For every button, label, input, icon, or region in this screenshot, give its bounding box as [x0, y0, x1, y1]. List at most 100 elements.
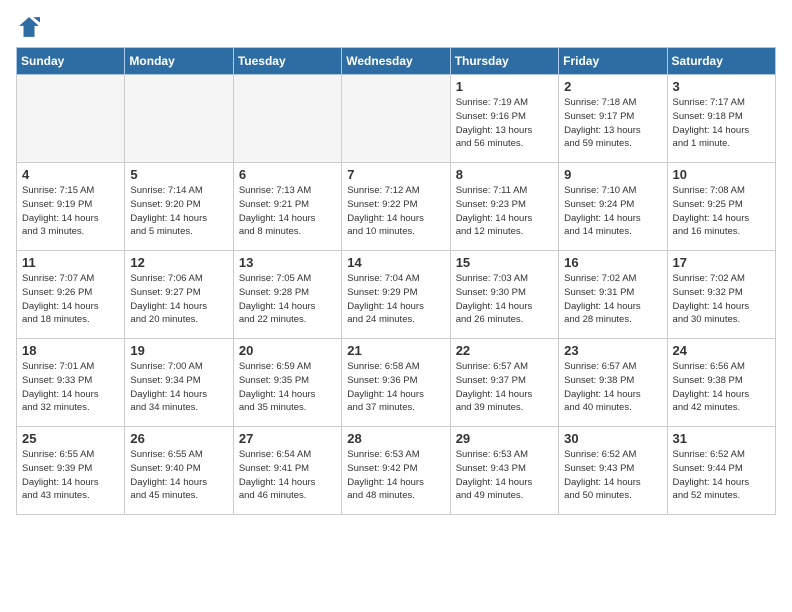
calendar-cell: 6 Sunrise: 7:13 AM Sunset: 9:21 PM Daylig… — [233, 163, 341, 251]
day-info: Sunrise: 7:11 AM Sunset: 9:23 PM Dayligh… — [456, 184, 553, 239]
day-info: Sunrise: 7:06 AM Sunset: 9:27 PM Dayligh… — [130, 272, 227, 327]
calendar-cell: 5Sunrise: 7:14 AM Sunset: 9:20 PM Daylig… — [125, 163, 233, 251]
day-info: Sunrise: 7:05 AM Sunset: 9:28 PM Dayligh… — [239, 272, 336, 327]
calendar-cell: 25 Sunrise: 6:55 AM Sunset: 9:39 PM Dayli… — [17, 427, 125, 515]
calendar-cell: 30 Sunrise: 6:52 AM Sunset: 9:43 PM Dayli… — [559, 427, 667, 515]
calendar-cell: 10 Sunrise: 7:08 AM Sunset: 9:25 PM Dayli… — [667, 163, 775, 251]
day-info: Sunrise: 6:54 AM Sunset: 9:41 PM Dayligh… — [239, 448, 336, 503]
calendar-cell: 15 Sunrise: 7:03 AM Sunset: 9:30 PM Dayli… — [450, 251, 558, 339]
calendar-cell: 31 Sunrise: 6:52 AM Sunset: 9:44 PM Dayli… — [667, 427, 775, 515]
calendar-cell: 4 Sunrise: 7:15 AM Sunset: 9:19 PM Daylig… — [17, 163, 125, 251]
calendar-cell: 23Sunrise: 6:57 AM Sunset: 9:38 PM Dayli… — [559, 339, 667, 427]
day-number: 28 — [347, 431, 444, 446]
calendar-cell — [125, 75, 233, 163]
day-info: Sunrise: 6:53 AM Sunset: 9:43 PM Dayligh… — [456, 448, 553, 503]
day-number: 24 — [673, 343, 770, 358]
calendar-cell: 2 Sunrise: 7:18 AM Sunset: 9:17 PM Daylig… — [559, 75, 667, 163]
day-info: Sunrise: 7:03 AM Sunset: 9:30 PM Dayligh… — [456, 272, 553, 327]
calendar-cell: 22 Sunrise: 6:57 AM Sunset: 9:37 PM Dayli… — [450, 339, 558, 427]
day-info: Sunrise: 7:00 AM Sunset: 9:34 PM Dayligh… — [130, 360, 227, 415]
calendar-cell: 24Sunrise: 6:56 AM Sunset: 9:38 PM Dayli… — [667, 339, 775, 427]
week-row-3: 18 Sunrise: 7:01 AM Sunset: 9:33 PM Dayli… — [17, 339, 776, 427]
day-number: 27 — [239, 431, 336, 446]
day-number: 25 — [22, 431, 119, 446]
week-row-0: 1Sunrise: 7:19 AM Sunset: 9:16 PM Daylig… — [17, 75, 776, 163]
day-info: Sunrise: 6:55 AM Sunset: 9:39 PM Dayligh… — [22, 448, 119, 503]
day-info: Sunrise: 6:53 AM Sunset: 9:42 PM Dayligh… — [347, 448, 444, 503]
day-number: 8 — [456, 167, 553, 182]
day-number: 3 — [673, 79, 770, 94]
day-info: Sunrise: 7:01 AM Sunset: 9:33 PM Dayligh… — [22, 360, 119, 415]
header-monday: Monday — [125, 48, 233, 75]
calendar-cell: 27 Sunrise: 6:54 AM Sunset: 9:41 PM Dayli… — [233, 427, 341, 515]
calendar-cell: 7 Sunrise: 7:12 AM Sunset: 9:22 PM Daylig… — [342, 163, 450, 251]
day-info: Sunrise: 7:13 AM Sunset: 9:21 PM Dayligh… — [239, 184, 336, 239]
day-info: Sunrise: 6:52 AM Sunset: 9:44 PM Dayligh… — [673, 448, 770, 503]
day-info: Sunrise: 7:10 AM Sunset: 9:24 PM Dayligh… — [564, 184, 661, 239]
day-number: 1 — [456, 79, 553, 94]
day-number: 14 — [347, 255, 444, 270]
day-info: Sunrise: 7:15 AM Sunset: 9:19 PM Dayligh… — [22, 184, 119, 239]
day-info: Sunrise: 6:52 AM Sunset: 9:43 PM Dayligh… — [564, 448, 661, 503]
calendar-cell: 26 Sunrise: 6:55 AM Sunset: 9:40 PM Dayli… — [125, 427, 233, 515]
day-number: 9 — [564, 167, 661, 182]
calendar-cell: 17 Sunrise: 7:02 AM Sunset: 9:32 PM Dayli… — [667, 251, 775, 339]
calendar-cell: 14 Sunrise: 7:04 AM Sunset: 9:29 PM Dayli… — [342, 251, 450, 339]
day-info: Sunrise: 7:12 AM Sunset: 9:22 PM Dayligh… — [347, 184, 444, 239]
calendar-cell: 8 Sunrise: 7:11 AM Sunset: 9:23 PM Daylig… — [450, 163, 558, 251]
day-number: 22 — [456, 343, 553, 358]
day-info: Sunrise: 7:07 AM Sunset: 9:26 PM Dayligh… — [22, 272, 119, 327]
day-info: Sunrise: 7:02 AM Sunset: 9:32 PM Dayligh… — [673, 272, 770, 327]
day-info: Sunrise: 6:57 AM Sunset: 9:38 PM Dayligh… — [564, 360, 661, 415]
day-info: Sunrise: 6:55 AM Sunset: 9:40 PM Dayligh… — [130, 448, 227, 503]
page-header — [16, 16, 776, 43]
calendar-cell: 18 Sunrise: 7:01 AM Sunset: 9:33 PM Dayli… — [17, 339, 125, 427]
day-number: 19 — [130, 343, 227, 358]
day-info: Sunrise: 7:04 AM Sunset: 9:29 PM Dayligh… — [347, 272, 444, 327]
calendar-cell: 21 Sunrise: 6:58 AM Sunset: 9:36 PM Dayli… — [342, 339, 450, 427]
day-number: 4 — [22, 167, 119, 182]
week-row-2: 11 Sunrise: 7:07 AM Sunset: 9:26 PM Dayli… — [17, 251, 776, 339]
header-friday: Friday — [559, 48, 667, 75]
calendar-cell — [17, 75, 125, 163]
calendar-cell: 16 Sunrise: 7:02 AM Sunset: 9:31 PM Dayli… — [559, 251, 667, 339]
calendar-cell: 28 Sunrise: 6:53 AM Sunset: 9:42 PM Dayli… — [342, 427, 450, 515]
day-number: 31 — [673, 431, 770, 446]
calendar-cell: 29Sunrise: 6:53 AM Sunset: 9:43 PM Dayli… — [450, 427, 558, 515]
calendar-cell: 3 Sunrise: 7:17 AM Sunset: 9:18 PM Daylig… — [667, 75, 775, 163]
day-number: 21 — [347, 343, 444, 358]
day-info: Sunrise: 7:17 AM Sunset: 9:18 PM Dayligh… — [673, 96, 770, 151]
day-number: 18 — [22, 343, 119, 358]
calendar-cell — [342, 75, 450, 163]
day-number: 30 — [564, 431, 661, 446]
day-number: 16 — [564, 255, 661, 270]
logo — [16, 16, 42, 43]
calendar-cell: 11 Sunrise: 7:07 AM Sunset: 9:26 PM Dayli… — [17, 251, 125, 339]
calendar-cell: 19 Sunrise: 7:00 AM Sunset: 9:34 PM Dayli… — [125, 339, 233, 427]
day-info: Sunrise: 7:14 AM Sunset: 9:20 PM Dayligh… — [130, 184, 227, 239]
day-info: Sunrise: 6:58 AM Sunset: 9:36 PM Dayligh… — [347, 360, 444, 415]
header-tuesday: Tuesday — [233, 48, 341, 75]
header-sunday: Sunday — [17, 48, 125, 75]
day-number: 15 — [456, 255, 553, 270]
day-info: Sunrise: 6:57 AM Sunset: 9:37 PM Dayligh… — [456, 360, 553, 415]
day-number: 7 — [347, 167, 444, 182]
header-row: SundayMondayTuesdayWednesdayThursdayFrid… — [17, 48, 776, 75]
logo-icon — [18, 16, 40, 38]
header-thursday: Thursday — [450, 48, 558, 75]
day-number: 2 — [564, 79, 661, 94]
day-number: 6 — [239, 167, 336, 182]
calendar-cell: 13Sunrise: 7:05 AM Sunset: 9:28 PM Dayli… — [233, 251, 341, 339]
day-number: 26 — [130, 431, 227, 446]
week-row-1: 4 Sunrise: 7:15 AM Sunset: 9:19 PM Daylig… — [17, 163, 776, 251]
header-wednesday: Wednesday — [342, 48, 450, 75]
calendar-cell — [233, 75, 341, 163]
day-info: Sunrise: 6:59 AM Sunset: 9:35 PM Dayligh… — [239, 360, 336, 415]
day-number: 17 — [673, 255, 770, 270]
calendar-cell: 1Sunrise: 7:19 AM Sunset: 9:16 PM Daylig… — [450, 75, 558, 163]
day-info: Sunrise: 7:02 AM Sunset: 9:31 PM Dayligh… — [564, 272, 661, 327]
day-number: 11 — [22, 255, 119, 270]
day-info: Sunrise: 7:18 AM Sunset: 9:17 PM Dayligh… — [564, 96, 661, 151]
day-info: Sunrise: 7:08 AM Sunset: 9:25 PM Dayligh… — [673, 184, 770, 239]
day-number: 10 — [673, 167, 770, 182]
